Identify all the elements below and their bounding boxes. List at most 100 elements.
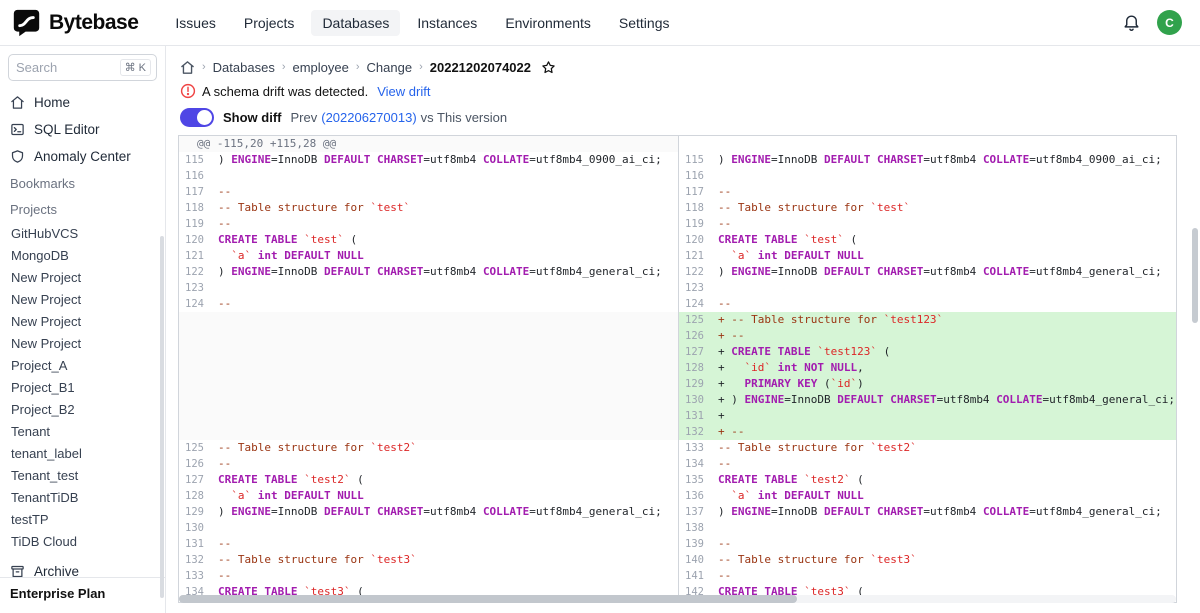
breadcrumb-employee[interactable]: employee [293, 60, 349, 75]
nav-item-environments[interactable]: Environments [494, 10, 602, 36]
bytebase-logo-icon [12, 8, 41, 37]
diff-line: 118-- Table structure for `test` [679, 200, 1176, 216]
sidebar-project-item[interactable]: New Project [0, 332, 165, 354]
show-diff-toggle[interactable] [180, 108, 214, 127]
sidebar-item-anomaly-center[interactable]: Anomaly Center [0, 143, 165, 170]
sidebar-scrollbar[interactable] [160, 236, 164, 598]
main-nav: Issues Projects Databases Instances Envi… [164, 10, 680, 36]
breadcrumb-separator: › [202, 61, 206, 73]
diff-line: 118-- Table structure for `test` [179, 200, 678, 216]
sidebar-project-item[interactable]: Tenant_test [0, 464, 165, 486]
sidebar-project-item[interactable]: TenantTiDB [0, 486, 165, 508]
diff-line: 127CREATE TABLE `test2` ( [179, 472, 678, 488]
sidebar-project-item[interactable]: Project_B2 [0, 398, 165, 420]
window-vertical-scrollbar[interactable] [1192, 228, 1198, 323]
sidebar-item-sql-editor[interactable]: SQL Editor [0, 116, 165, 143]
diff-line: 124-- [179, 296, 678, 312]
enterprise-plan-label: Enterprise Plan [0, 577, 165, 613]
diff-added-line: 128+ `id` int NOT NULL, [679, 360, 1176, 376]
sidebar-project-item[interactable]: Project_A [0, 354, 165, 376]
diff-added-line: 130+ ) ENGINE=InnoDB DEFAULT CHARSET=utf… [679, 392, 1176, 408]
sidebar-project-item[interactable]: Tenant [0, 420, 165, 442]
diff-line: 128 `a` int DEFAULT NULL [179, 488, 678, 504]
diff-line [179, 312, 678, 328]
sidebar-project-item[interactable]: New Project [0, 288, 165, 310]
alert-text: A schema drift was detected. [202, 84, 368, 99]
breadcrumb: › Databases › employee › Change › 202212… [180, 56, 1200, 78]
prev-label: Prev [291, 110, 318, 125]
breadcrumb-home-icon[interactable] [180, 60, 195, 75]
show-diff-label: Show diff [223, 110, 282, 125]
diff-line: 120CREATE TABLE `test` ( [179, 232, 678, 248]
diff-controls: Show diff Prev (202206270013) vs This ve… [180, 105, 1200, 129]
diff-line: 122) ENGINE=InnoDB DEFAULT CHARSET=utf8m… [179, 264, 678, 280]
nav-item-instances[interactable]: Instances [406, 10, 488, 36]
diff-added-line: 131+ [679, 408, 1176, 424]
diff-added-line: 132+ -- [679, 424, 1176, 440]
bytebase-logo[interactable]: Bytebase [12, 8, 138, 37]
sidebar-project-item[interactable]: tenant_label [0, 442, 165, 464]
user-avatar[interactable]: C [1157, 10, 1182, 35]
sidebar-project-item[interactable]: GitHubVCS [0, 222, 165, 244]
diff-added-line: 127+ CREATE TABLE `test123` ( [679, 344, 1176, 360]
breadcrumb-databases[interactable]: Databases [213, 60, 275, 75]
nav-item-projects[interactable]: Projects [233, 10, 306, 36]
diff-line: 117-- [179, 184, 678, 200]
sidebar-project-item[interactable]: Project_B1 [0, 376, 165, 398]
shield-icon [10, 149, 25, 164]
diff-line: 119-- [179, 216, 678, 232]
schema-drift-alert: A schema drift was detected. View drift [180, 80, 1200, 102]
diff-line [179, 392, 678, 408]
diff-line: 119-- [679, 216, 1176, 232]
diff-line: 125-- Table structure for `test2` [179, 440, 678, 456]
breadcrumb-separator: › [356, 61, 360, 73]
diff-line: 130 [179, 520, 678, 536]
nav-item-settings[interactable]: Settings [608, 10, 681, 36]
sidebar-project-item[interactable]: New Project [0, 310, 165, 332]
diff-line: 134-- [679, 456, 1176, 472]
diff-horizontal-scrollbar[interactable] [179, 595, 1176, 603]
diff-line: 138 [679, 520, 1176, 536]
diff-line: 131-- [179, 536, 678, 552]
breadcrumb-change[interactable]: Change [367, 60, 413, 75]
search-input[interactable] [16, 60, 108, 75]
sidebar-project-item[interactable]: MongoDB [0, 244, 165, 266]
left-sidebar: ⌘ K Home SQL Editor Anomaly Center Bookm… [0, 46, 166, 613]
diff-line [179, 408, 678, 424]
breadcrumb-separator: › [419, 61, 423, 73]
diff-line: 135CREATE TABLE `test2` ( [679, 472, 1176, 488]
diff-line: 133-- Table structure for `test2` [679, 440, 1176, 456]
sidebar-section-projects[interactable]: Projects [0, 196, 165, 222]
notification-bell-icon[interactable] [1122, 13, 1141, 32]
nav-item-databases[interactable]: Databases [311, 10, 400, 36]
diff-line: 116 [679, 168, 1176, 184]
breadcrumb-separator: › [282, 61, 286, 73]
sidebar-project-item[interactable]: New Project [0, 266, 165, 288]
diff-line: 136 `a` int DEFAULT NULL [679, 488, 1176, 504]
diff-line: 133-- [179, 568, 678, 584]
search-box: ⌘ K [8, 54, 157, 81]
diff-line: 123 [679, 280, 1176, 296]
diff-added-line: 126+ -- [679, 328, 1176, 344]
diff-line: 139-- [679, 536, 1176, 552]
project-list: GitHubVCSMongoDBNew ProjectNew ProjectNe… [0, 222, 165, 552]
diff-line: 122) ENGINE=InnoDB DEFAULT CHARSET=utf8m… [679, 264, 1176, 280]
diff-line [679, 136, 1176, 152]
sidebar-project-item[interactable]: TiDB Cloud [0, 530, 165, 552]
diff-line: 141-- [679, 568, 1176, 584]
diff-added-line: 129+ PRIMARY KEY (`id`) [679, 376, 1176, 392]
diff-horizontal-scrollbar-thumb[interactable] [179, 595, 797, 603]
diff-line: 126-- [179, 456, 678, 472]
view-drift-link[interactable]: View drift [377, 84, 430, 99]
sidebar-project-item[interactable]: testTP [0, 508, 165, 530]
nav-item-issues[interactable]: Issues [164, 10, 226, 36]
prev-version-link[interactable]: (202206270013) [321, 110, 416, 125]
diff-line: 129) ENGINE=InnoDB DEFAULT CHARSET=utf8m… [179, 504, 678, 520]
main-content: › Databases › employee › Change › 202212… [166, 46, 1200, 613]
diff-line: 117-- [679, 184, 1176, 200]
sidebar-item-home[interactable]: Home [0, 89, 165, 116]
diff-hunk-header: @@ -115,20 +115,28 @@ [179, 136, 678, 152]
bookmark-star-icon[interactable] [541, 60, 556, 75]
sidebar-section-bookmarks[interactable]: Bookmarks [0, 170, 165, 196]
diff-line: 124-- [679, 296, 1176, 312]
